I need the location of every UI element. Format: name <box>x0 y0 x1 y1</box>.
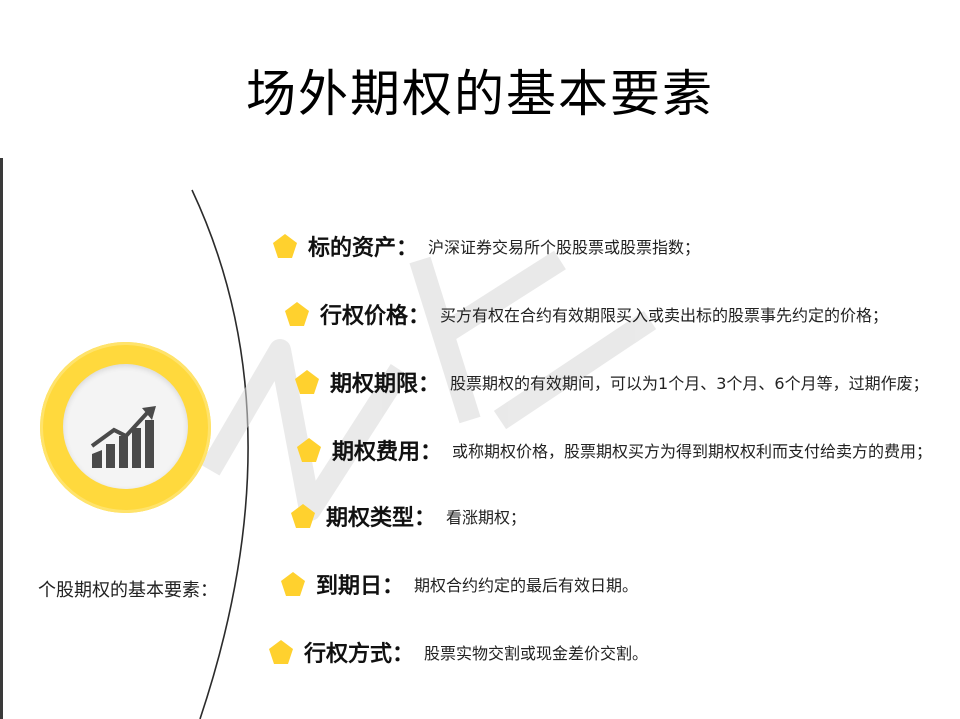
item-desc: 股票期权的有效期间，可以为1个月、3个月、6个月等，过期作废； <box>450 374 929 393</box>
item-colon: ： <box>382 574 405 599</box>
element-item-premium: 期权费用： 或称期权价格，股票期权买方为得到期权权利而支付给卖方的费用； <box>296 434 932 466</box>
item-name: 期权费用 <box>332 440 421 465</box>
pentagon-bullet-icon <box>273 234 297 258</box>
element-item-exercise: 行权方式： 股票实物交割或现金差价交割。 <box>268 636 648 668</box>
item-name: 标的资产 <box>308 236 397 261</box>
item-colon: ： <box>420 440 443 465</box>
item-name: 期权期限 <box>330 372 419 397</box>
element-item-strike: 行权价格： 买方有权在合约有效期限买入或卖出标的股票事先约定的价格； <box>284 298 888 330</box>
item-name: 行权方式 <box>304 642 393 667</box>
pentagon-bullet-icon <box>281 572 305 596</box>
pentagon-bullet-icon <box>269 640 293 664</box>
item-desc: 沪深证券交易所个股股票或股票指数； <box>428 238 701 257</box>
item-colon: ： <box>418 372 441 397</box>
item-name: 行权价格 <box>320 304 409 329</box>
pentagon-bullet-icon <box>295 370 319 394</box>
pentagon-bullet-icon <box>291 504 315 528</box>
item-desc: 期权合约约定的最后有效日期。 <box>414 576 639 595</box>
element-item-expiry: 到期日： 期权合约约定的最后有效日期。 <box>280 568 638 600</box>
left-label: 个股期权的基本要素： <box>38 580 218 601</box>
pentagon-bullet-icon <box>285 302 309 326</box>
item-colon: ： <box>408 304 431 329</box>
element-item-type: 期权类型： 看涨期权； <box>290 500 526 532</box>
item-desc: 股票实物交割或现金差价交割。 <box>424 644 649 663</box>
item-desc: 买方有权在合约有效期限买入或卖出标的股票事先约定的价格； <box>440 306 889 325</box>
element-item-term: 期权期限： 股票期权的有效期间，可以为1个月、3个月、6个月等，过期作废； <box>294 366 929 398</box>
item-colon: ： <box>396 236 419 261</box>
pentagon-bullet-icon <box>297 438 321 462</box>
item-desc: 看涨期权； <box>446 508 527 527</box>
item-name: 期权类型 <box>326 506 415 531</box>
item-colon: ： <box>392 642 415 667</box>
bar-chart-trend-icon <box>90 406 156 468</box>
item-name: 到期日 <box>316 574 383 599</box>
element-item-underlying: 标的资产： 沪深证券交易所个股股票或股票指数； <box>272 230 700 262</box>
item-desc: 或称期权价格，股票期权买方为得到期权权利而支付给卖方的费用； <box>452 442 933 461</box>
item-colon: ： <box>414 506 437 531</box>
